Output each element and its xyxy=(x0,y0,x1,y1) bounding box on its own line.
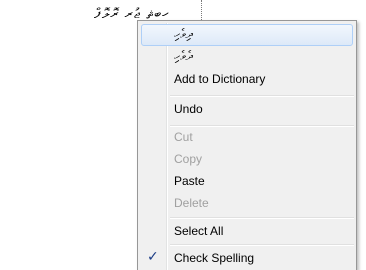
add-to-dictionary-item[interactable]: Add to Dictionary xyxy=(141,68,353,90)
check-spelling-item[interactable]: Check Spelling xyxy=(141,247,353,269)
spelling-suggestion-1[interactable]: ދިވެހި xyxy=(141,24,353,46)
paste-item[interactable]: Paste xyxy=(141,170,353,192)
delete-item[interactable]: Delete xyxy=(141,192,353,214)
menu-separator xyxy=(170,244,354,246)
editor-text: ޖުރ ރޮލޮފް xyxy=(94,6,141,22)
cut-item[interactable]: Cut xyxy=(141,126,353,148)
menu-separator xyxy=(170,95,354,97)
text-caret xyxy=(201,0,202,22)
undo-item[interactable]: Undo xyxy=(141,98,353,120)
select-all-item[interactable]: Select All xyxy=(141,220,353,242)
context-menu: ދިވެހި ދެވެހި Add to Dictionary Undo Cut… xyxy=(137,20,357,270)
page: ހބޘ ޖުރ ރޮލޮފް ދިވެހި ދެވެހި Add to Dict… xyxy=(0,0,366,270)
copy-item[interactable]: Copy xyxy=(141,148,353,170)
menu-separator xyxy=(170,217,354,219)
spelling-suggestion-2[interactable]: ދެވެހި xyxy=(141,46,353,68)
